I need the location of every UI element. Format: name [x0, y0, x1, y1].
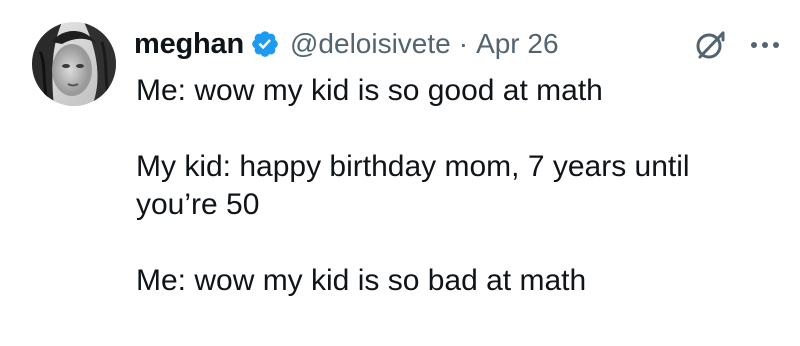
separator-dot: ·: [458, 28, 469, 59]
verified-badge-icon: [250, 29, 280, 59]
tweet-line-3: Me: wow my kid is so bad at math: [136, 264, 587, 297]
tweet-date[interactable]: Apr 26: [476, 28, 559, 60]
user-handle[interactable]: @deloisivete: [290, 28, 451, 60]
tweet-line-2: My kid: happy birthday mom, 7 years unti…: [136, 150, 690, 221]
tweet-header: meghan @deloisivete · Apr 26: [134, 24, 559, 64]
grok-icon[interactable]: [693, 28, 727, 62]
tweet: meghan @deloisivete · Apr 26 Me: wow my …: [0, 0, 800, 346]
avatar-image: [32, 22, 116, 106]
tweet-text: Me: wow my kid is so good at math My kid…: [136, 72, 776, 300]
avatar[interactable]: [32, 22, 116, 106]
tweet-line-1: Me: wow my kid is so good at math: [136, 74, 603, 107]
more-options-icon[interactable]: [748, 30, 782, 60]
display-name[interactable]: meghan: [134, 28, 244, 61]
